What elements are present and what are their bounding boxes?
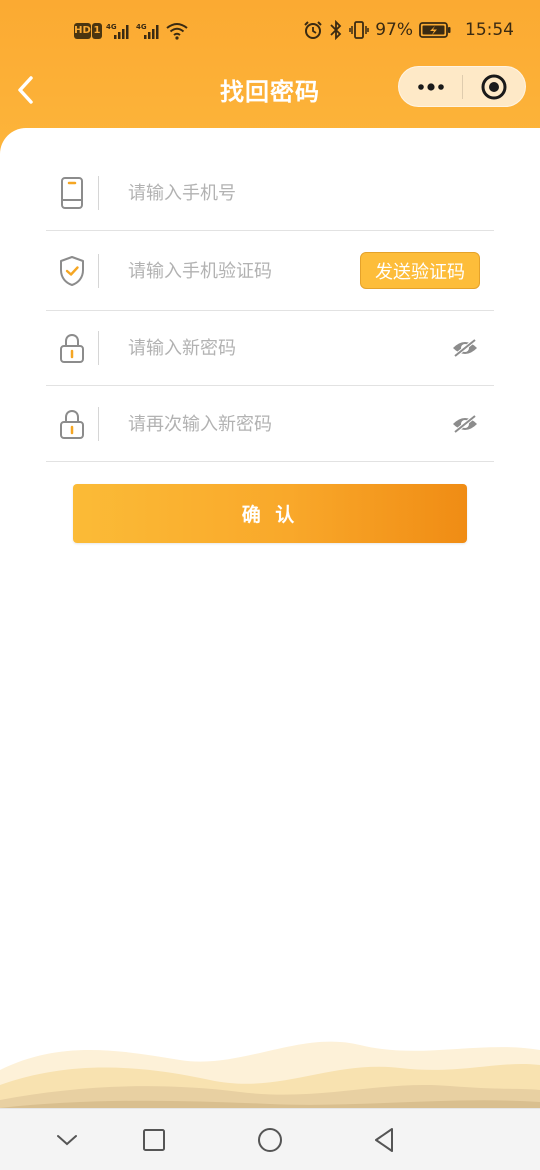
- code-row: 发送验证码: [46, 231, 494, 311]
- hd-badge: HD 1: [74, 23, 102, 39]
- confirm-button[interactable]: 确 认: [73, 484, 467, 543]
- status-left: HD 1 4G 4G: [74, 22, 188, 40]
- home-button[interactable]: [253, 1123, 287, 1157]
- hd-label: HD: [74, 23, 91, 39]
- phone-input[interactable]: [128, 176, 468, 210]
- svg-text:4G: 4G: [136, 23, 147, 31]
- mini-program-capsule: [398, 66, 526, 107]
- toggle-confirm-visibility-button[interactable]: [450, 409, 480, 439]
- home-circle-icon: [258, 1128, 282, 1152]
- signal-icon: 4G: [106, 23, 129, 39]
- more-dots-icon: [417, 82, 444, 91]
- row-divider: [98, 254, 99, 288]
- verification-code-input[interactable]: [128, 254, 348, 288]
- recents-square-icon: [143, 1129, 165, 1151]
- form-card: 发送验证码: [0, 128, 540, 1128]
- shield-check-icon: [58, 254, 86, 288]
- row-divider: [98, 407, 99, 441]
- system-navigation-bar: [0, 1108, 540, 1170]
- back-nav-button[interactable]: [367, 1123, 401, 1157]
- decorative-waves: [0, 1041, 540, 1110]
- row-divider: [98, 331, 99, 365]
- row-divider: [98, 176, 99, 210]
- sim-label: 1: [92, 23, 102, 39]
- confirm-password-input[interactable]: [128, 407, 428, 441]
- lock-icon: [58, 331, 86, 365]
- phone-row: [46, 164, 494, 231]
- new-password-row: [46, 311, 494, 386]
- collapse-chevron-icon: [57, 1135, 77, 1146]
- send-code-button[interactable]: 发送验证码: [360, 252, 480, 289]
- target-circle-icon: [481, 74, 507, 99]
- vibrate-icon: [349, 21, 369, 39]
- confirm-password-row: [46, 386, 494, 462]
- battery-percent: 97%: [375, 20, 413, 40]
- recents-button[interactable]: [137, 1123, 171, 1157]
- eye-hidden-icon: [453, 414, 477, 434]
- status-time: 15:54: [465, 20, 514, 40]
- collapse-button[interactable]: [50, 1123, 84, 1157]
- more-button[interactable]: [399, 66, 462, 107]
- phone-icon: [58, 176, 86, 210]
- back-triangle-icon: [375, 1128, 393, 1152]
- lock-icon: [58, 407, 86, 441]
- alarm-icon: [304, 21, 322, 39]
- wifi-icon: [166, 23, 188, 40]
- eye-hidden-icon: [453, 338, 477, 358]
- navigation-bar: 找回密码: [0, 60, 540, 120]
- battery-charging-icon: [419, 22, 451, 38]
- toggle-password-visibility-button[interactable]: [450, 333, 480, 363]
- new-password-input[interactable]: [128, 331, 428, 365]
- status-bar: HD 1 4G 4G 97% 15:54: [0, 0, 540, 66]
- svg-text:4G: 4G: [106, 23, 117, 31]
- signal-icon: 4G: [136, 23, 159, 39]
- close-mini-program-button[interactable]: [463, 66, 525, 107]
- status-right: 97% 15:54: [303, 20, 514, 40]
- bluetooth-icon: [330, 20, 342, 40]
